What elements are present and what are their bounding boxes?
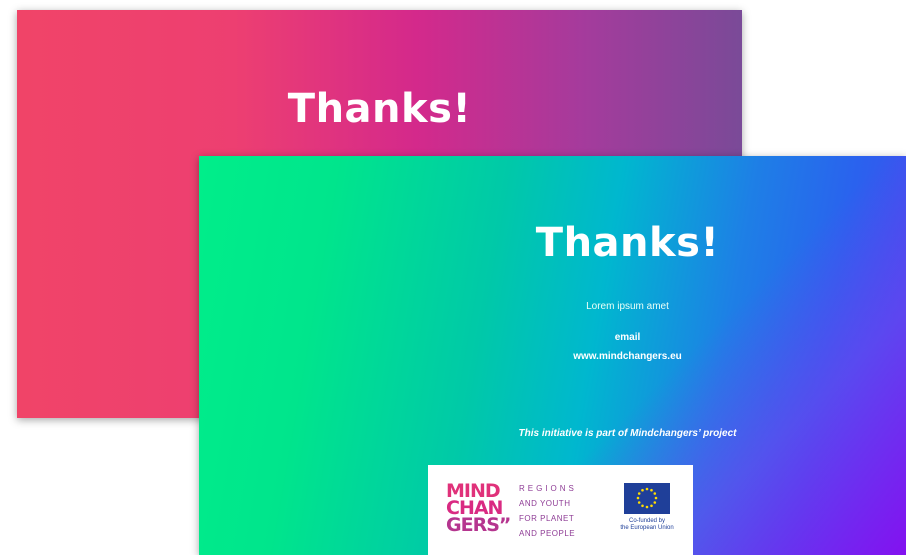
email-text: email	[614, 332, 641, 343]
eu-caption: Co-funded by the European Union	[606, 518, 688, 532]
logo-panel: MIND CHAN GERS” REGIONS AND YOUTH FOR PL…	[428, 465, 693, 555]
regions-line: AND YOUTH	[519, 499, 571, 508]
mindchangers-logo: MIND CHAN GERS”	[446, 482, 514, 536]
logo-line-3: GERS”	[446, 514, 511, 536]
regions-line: FOR PLANET	[519, 514, 575, 523]
regions-line: AND PEOPLE	[519, 529, 576, 538]
initiative-text: This initiative is part of Mindchangers’…	[518, 428, 737, 439]
tagline: Lorem ipsum amet	[586, 301, 669, 312]
back-slide-title: Thanks!	[287, 86, 472, 132]
front-slide: Thanks! Lorem ipsum amet email www.mindc…	[199, 156, 906, 555]
website-text: www.mindchangers.eu	[573, 351, 682, 362]
eu-caption-line: the European Union	[620, 525, 674, 531]
front-slide-title: Thanks!	[535, 220, 720, 266]
eu-flag-icon	[624, 483, 670, 514]
eu-caption-line: Co-funded by	[628, 518, 666, 524]
regions-text: REGIONS AND YOUTH FOR PLANET AND PEOPLE	[519, 481, 577, 541]
regions-line: REGIONS	[519, 484, 577, 493]
